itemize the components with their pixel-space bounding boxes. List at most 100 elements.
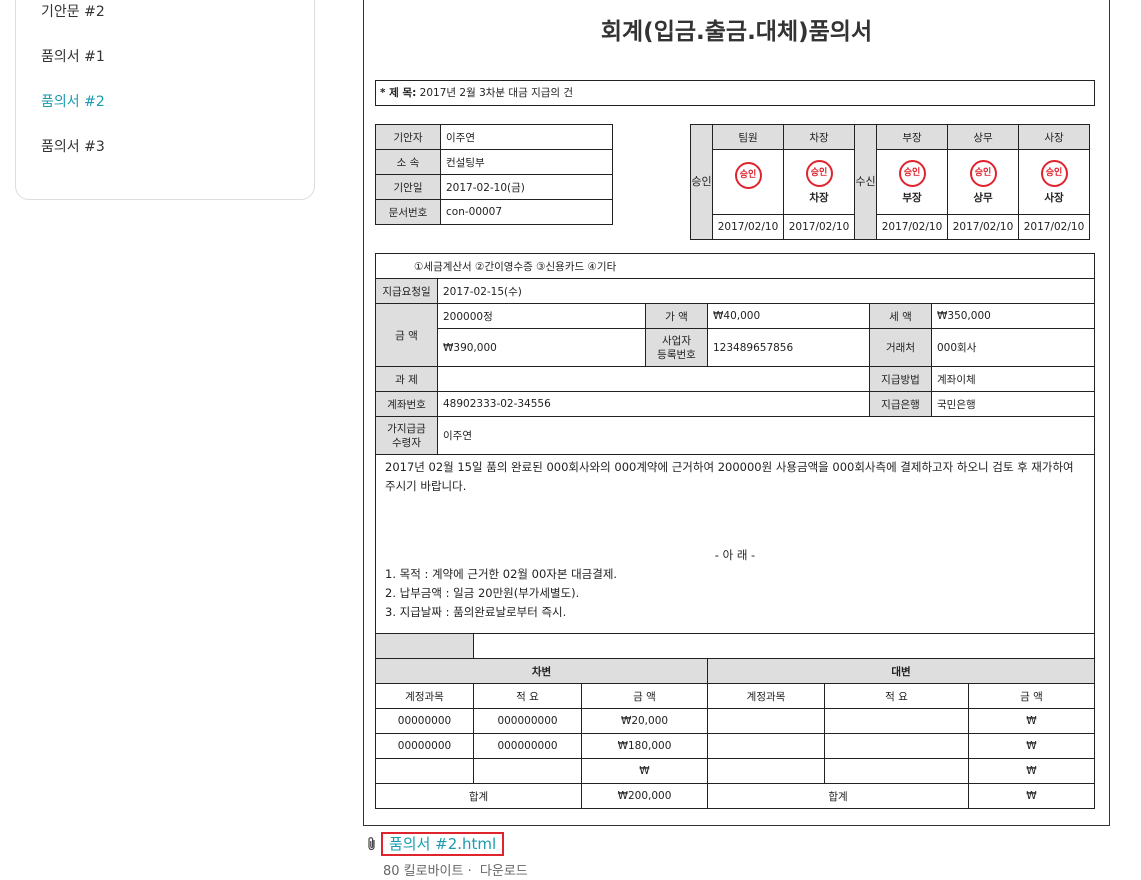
debit-amount: ₩180,000 (581, 733, 708, 759)
vendor-value: 000회사 (931, 328, 1095, 367)
debit-summary: 000000000 (473, 733, 582, 759)
approval-stamp: 승인 (805, 159, 833, 187)
approval-table: 승인 팀원 차장 수신 부장 상무 사장 승인 승인 차장 승인 부장 승인 상무 승… (690, 124, 1090, 240)
credit-summary (824, 708, 969, 734)
tax-label: 세 액 (869, 303, 932, 329)
col-summary: 적 요 (824, 683, 969, 709)
project-label: 과 제 (375, 366, 438, 392)
method-label: 지급방법 (869, 366, 932, 392)
approval-cell: 승인 (712, 149, 784, 215)
drafter-label: 기안자 (375, 124, 441, 150)
approval-cell: 승인부장 (876, 149, 948, 215)
supply-label: 가 액 (645, 303, 708, 329)
approval-date: 2017/02/10 (947, 214, 1019, 240)
approval-signer: 차장 (809, 191, 829, 204)
approval-cell: 승인사장 (1018, 149, 1090, 215)
draft-date-value: 2017-02-10(금) (440, 174, 613, 200)
approval-role: 차장 (783, 124, 855, 150)
request-date-label: 지급요청일 (375, 278, 438, 304)
credit-account (707, 708, 825, 734)
debit-account: 00000000 (375, 733, 474, 759)
document-preview: 회계(입금.출금.대체)품의서 * 제 목: 2017년 2월 3차분 대금 지… (363, 0, 1110, 826)
recipient-label: 가지급금 수령자 (375, 416, 438, 455)
account-value: 48902333-02-34556 (437, 391, 870, 417)
docno-label: 문서번호 (375, 199, 441, 225)
paperclip-icon (368, 837, 375, 851)
method-value: 계좌이체 (931, 366, 1095, 392)
approval-signer: 상무 (973, 191, 993, 204)
sidebar-item-proposal-3[interactable]: 품의서 #3 (41, 136, 105, 156)
table-row: 00000000 000000000 ₩180,000 ₩ (375, 733, 1095, 759)
credit-amount: ₩ (968, 708, 1095, 734)
approval-date: 2017/02/10 (1018, 214, 1090, 240)
debit-total: ₩200,000 (581, 783, 708, 809)
approval-cell: 승인차장 (783, 149, 855, 215)
approval-cell: 승인 상무 (947, 149, 1019, 215)
tax-value: ₩350,000 (931, 303, 1095, 329)
sidebar-item-proposal-2[interactable]: 품의서 #2 (41, 91, 105, 111)
body-line: 2. 납부금액 : 일금 20만원(부가세별도). (385, 586, 580, 600)
credit-header: 대변 (707, 658, 1095, 684)
project-value (437, 366, 870, 392)
credit-summary (824, 758, 969, 784)
credit-account (707, 733, 825, 759)
debit-total-label: 합계 (375, 783, 582, 809)
body-line: 3. 지급날짜 : 품의완료날로부터 즉시. (385, 605, 567, 619)
amount-words: 200000정 (437, 303, 646, 329)
sidebar-item-draft-2[interactable]: 기안문 #2 (41, 1, 105, 21)
dept-value: 컨설팅부 (440, 149, 613, 175)
col-account: 계정과목 (375, 683, 474, 709)
approval-role: 사장 (1018, 124, 1090, 150)
debit-amount: ₩ (581, 758, 708, 784)
approval-signer (713, 189, 783, 202)
vendor-label: 거래처 (869, 328, 932, 367)
body-text: 2017년 02월 15일 품의 완료된 000회사와의 000계약에 근거하여… (375, 453, 1095, 633)
approval-date: 2017/02/10 (876, 214, 948, 240)
debit-account: 00000000 (375, 708, 474, 734)
docno-value: con-00007 (440, 199, 613, 225)
subject-row: * 제 목: 2017년 2월 3차분 대금 지급의 건 (375, 80, 1095, 106)
subject-label: * 제 목: (380, 87, 417, 99)
approval-signer: 사장 (1044, 191, 1064, 204)
body-paragraph: 2017년 02월 15일 품의 완료된 000회사와의 000계약에 근거하여… (385, 460, 1074, 493)
approval-stamp: 승인 (898, 159, 926, 187)
sidebar-item-proposal-1[interactable]: 품의서 #1 (41, 46, 105, 66)
bank-value: 국민은행 (931, 391, 1095, 417)
table-row: ₩ ₩ (375, 758, 1095, 784)
download-link[interactable]: 다운로드 (480, 864, 528, 879)
amount-total: ₩390,000 (437, 328, 646, 367)
table-row: 00000000 000000000 ₩20,000 ₩ (375, 708, 1095, 734)
draft-date-label: 기안일 (375, 174, 441, 200)
col-amount: 금 액 (581, 683, 708, 709)
bank-label: 지급은행 (869, 391, 932, 417)
approval-stamp: 승인 (734, 162, 762, 189)
approval-signer: 부장 (902, 191, 922, 204)
ledger-blank-cell (375, 633, 474, 659)
body-line: 1. 목적 : 계약에 근거한 02월 00자본 대금결제. (385, 567, 618, 581)
bizno-value: 123489657856 (707, 328, 870, 367)
approval-date: 2017/02/10 (783, 214, 855, 240)
document-title: 회계(입금.출금.대체)품의서 (600, 19, 873, 45)
body-notice: - 아 래 - (714, 548, 756, 562)
attachment-link[interactable]: 품의서 #2.html (381, 832, 505, 856)
approval-stamp: 승인 (1040, 159, 1068, 187)
request-date-value: 2017-02-15(수) (437, 278, 1095, 304)
evidence-types: ①세금계산서 ②간이영수증 ③신용카드 ④기타 (375, 253, 1095, 279)
debit-amount: ₩20,000 (581, 708, 708, 734)
approval-date: 2017/02/10 (712, 214, 784, 240)
drafter-info-table: 기안자 이주연 소 속 컨설팅부 기안일 2017-02-10(금) 문서번호 … (375, 124, 613, 225)
drafter-value: 이주연 (440, 124, 613, 150)
ledger-table: 차변 대변 계정과목 적 요 금 액 계정과목 적 요 금 액 00000000… (375, 633, 1095, 809)
credit-account (707, 758, 825, 784)
receive-side-label: 수신 (854, 124, 877, 240)
sidebar: 기안문 #2 품의서 #1 품의서 #2 품의서 #3 (15, 0, 315, 200)
credit-amount: ₩ (968, 733, 1095, 759)
approval-role: 부장 (876, 124, 948, 150)
debit-header: 차변 (375, 658, 708, 684)
recipient-value: 이주연 (437, 416, 1095, 455)
dept-label: 소 속 (375, 149, 441, 175)
debit-summary: 000000000 (473, 708, 582, 734)
col-amount: 금 액 (968, 683, 1095, 709)
account-label: 계좌번호 (375, 391, 438, 417)
bizno-label: 사업자 등록번호 (645, 328, 708, 367)
